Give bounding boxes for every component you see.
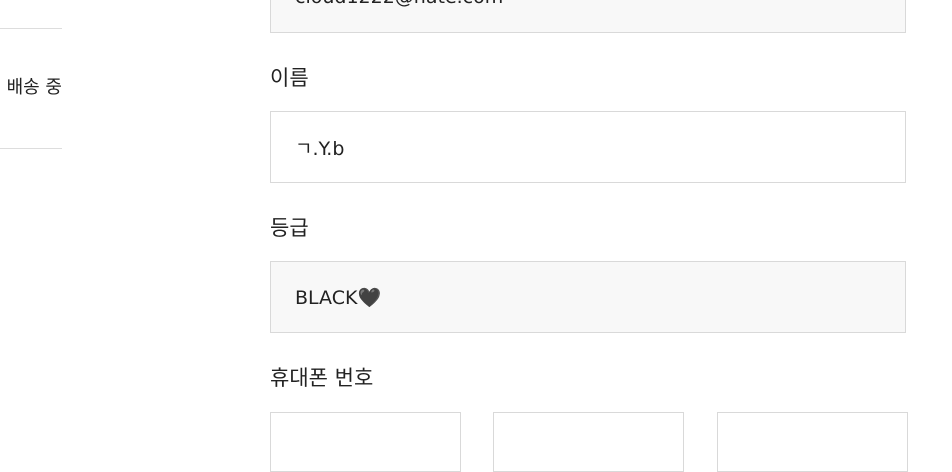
name-value: ㄱ.Y.b — [295, 137, 345, 160]
phone-label: 휴대폰 번호 — [270, 366, 374, 390]
grade-field: BLACK🖤 — [270, 261, 906, 333]
sidebar-item-shipping[interactable]: 배송 중 — [0, 76, 62, 100]
grade-value: BLACK🖤 — [295, 286, 382, 309]
phone-input-2[interactable] — [493, 412, 684, 472]
name-label: 이름 — [270, 66, 309, 90]
grade-label: 등급 — [270, 216, 309, 240]
sidebar-divider — [0, 28, 62, 29]
phone-input-3[interactable] — [717, 412, 908, 472]
phone-input-1[interactable] — [270, 412, 461, 472]
email-value: cloud1222@nate.com — [295, 0, 503, 8]
sidebar-divider — [0, 148, 62, 149]
email-field: cloud1222@nate.com — [270, 0, 906, 33]
name-input[interactable]: ㄱ.Y.b — [270, 111, 906, 183]
